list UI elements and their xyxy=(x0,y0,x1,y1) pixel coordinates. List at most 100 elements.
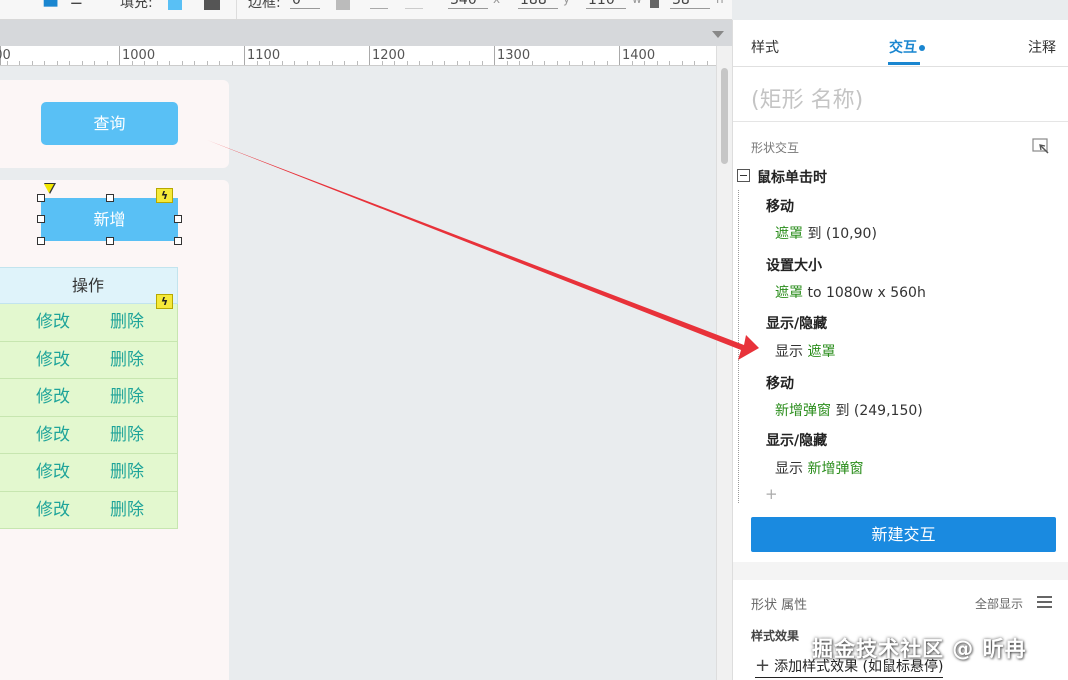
add-action-icon[interactable]: + xyxy=(765,485,778,503)
interaction-lightning-icon[interactable]: ϟ xyxy=(156,188,173,203)
action-detail[interactable]: 遮罩 to 1080w x 560h xyxy=(775,282,926,302)
table-row: 修改 删除 xyxy=(0,304,178,342)
style-effects-label: 样式效果 xyxy=(751,629,800,643)
fill-label: 填充: xyxy=(120,0,153,11)
ruler-minor-tick xyxy=(419,61,420,65)
action-detail[interactable]: 显示 遮罩 xyxy=(775,341,835,361)
align-left-icon[interactable]: ▬ xyxy=(42,0,59,13)
edit-link[interactable]: 修改 xyxy=(36,342,70,378)
align-menu-icon[interactable]: ☰ xyxy=(70,0,83,8)
hamburger-menu-icon[interactable] xyxy=(1037,596,1052,608)
delete-link[interactable]: 删除 xyxy=(110,492,144,528)
ruler-minor-tick xyxy=(694,61,695,65)
section-gap xyxy=(733,562,1068,580)
delete-link[interactable]: 删除 xyxy=(110,342,144,378)
action-detail[interactable]: 新增弹窗 到 (249,150) xyxy=(775,400,923,420)
resize-handle-top[interactable] xyxy=(106,194,114,202)
delete-link[interactable]: 删除 xyxy=(110,454,144,490)
ruler-minor-tick xyxy=(356,61,358,65)
fill-color-swatch[interactable] xyxy=(168,0,182,10)
ruler-minor-tick xyxy=(444,61,445,65)
action-title[interactable]: 设置大小 xyxy=(766,255,822,275)
ruler-minor-tick xyxy=(394,61,395,65)
y-field[interactable]: 188 xyxy=(520,0,547,8)
show-all-link[interactable]: 全部显示 xyxy=(975,595,1023,612)
action-detail[interactable]: 遮罩 到 (10,90) xyxy=(775,223,877,243)
ruler-minor-tick xyxy=(294,61,295,65)
resize-handle-bottom[interactable] xyxy=(106,237,114,245)
ruler-major-tick xyxy=(369,46,370,65)
ruler-minor-tick xyxy=(281,61,283,65)
collapse-event-icon[interactable] xyxy=(737,169,750,182)
lock-ratio-icon[interactable] xyxy=(650,0,659,8)
shape-name-field[interactable]: (矩形 名称) xyxy=(751,82,863,114)
y-field-underline xyxy=(518,8,558,9)
action-params: 到 (10,90) xyxy=(803,226,877,242)
action-detail[interactable]: 显示 新增弹窗 xyxy=(775,458,863,478)
modified-dot-icon xyxy=(919,45,925,51)
w-label: w xyxy=(632,0,642,6)
collapse-panel-icon[interactable] xyxy=(1032,138,1050,154)
action-title[interactable]: 移动 xyxy=(766,196,794,216)
action-target: 遮罩 xyxy=(775,285,803,301)
tab-interaction[interactable]: 交互 xyxy=(889,37,925,57)
edit-link[interactable]: 修改 xyxy=(36,454,70,490)
table-lightning-icon[interactable]: ϟ xyxy=(156,294,173,309)
w-field[interactable]: 110 xyxy=(588,0,615,8)
ruler-major-tick xyxy=(494,46,495,65)
ruler-minor-tick xyxy=(631,61,633,65)
table-row: 修改 删除 xyxy=(0,491,178,529)
query-button[interactable]: 查询 xyxy=(41,102,178,145)
arrow-style-icon[interactable] xyxy=(405,8,423,9)
resize-handle-tl[interactable] xyxy=(37,194,45,202)
ruler-label: 900 xyxy=(0,48,11,63)
border-width-field[interactable]: 0 xyxy=(292,0,301,8)
plus-icon: + xyxy=(755,655,771,676)
action-title[interactable]: 显示/隐藏 xyxy=(766,430,827,450)
canvas-vertical-scrollbar[interactable] xyxy=(716,46,732,680)
delete-link[interactable]: 删除 xyxy=(110,379,144,415)
resize-handle-br[interactable] xyxy=(174,237,182,245)
page-dropdown-icon[interactable] xyxy=(712,31,724,38)
ruler-label: 1100 xyxy=(247,48,281,63)
edit-link[interactable]: 修改 xyxy=(36,417,70,453)
ruler-minor-tick xyxy=(269,61,270,65)
resize-handle-right[interactable] xyxy=(174,215,182,223)
shape-properties-label: 形状 属性 xyxy=(751,598,808,613)
inspector-tabs: 样式 交互 注释 xyxy=(733,20,1068,67)
action-prefix: 显示 xyxy=(775,461,808,477)
x-field[interactable]: 340 xyxy=(450,0,477,8)
delete-link[interactable]: 删除 xyxy=(110,304,144,340)
ruler-minor-tick xyxy=(531,61,533,65)
event-onclick[interactable]: 鼠标单击时 xyxy=(757,167,827,187)
ruler-minor-tick xyxy=(506,61,508,65)
edit-link[interactable]: 修改 xyxy=(36,492,70,528)
ruler-minor-tick xyxy=(594,61,595,65)
action-title[interactable]: 移动 xyxy=(766,373,794,393)
w-field-underline xyxy=(586,8,626,9)
ruler-minor-tick xyxy=(56,61,58,65)
scrollbar-thumb[interactable] xyxy=(721,68,728,164)
action-target: 新增弹窗 xyxy=(807,461,864,477)
tab-notes[interactable]: 注释 xyxy=(1028,37,1056,57)
tab-interaction-label: 交互 xyxy=(889,40,917,56)
edit-link[interactable]: 修改 xyxy=(36,304,70,340)
action-params: to 1080w x 560h xyxy=(803,285,926,301)
tab-style[interactable]: 样式 xyxy=(751,37,779,57)
edit-link[interactable]: 修改 xyxy=(36,379,70,415)
table-row: 修改 删除 xyxy=(0,454,178,492)
table-row: 修改 删除 xyxy=(0,341,178,379)
line-style-icon[interactable] xyxy=(370,8,388,9)
ruler-minor-tick xyxy=(344,61,345,65)
delete-link[interactable]: 删除 xyxy=(110,417,144,453)
shadow-swatch[interactable] xyxy=(204,0,220,10)
resize-handle-bl[interactable] xyxy=(37,237,45,245)
resize-handle-left[interactable] xyxy=(37,215,45,223)
add-button[interactable]: 新增 xyxy=(41,198,178,241)
new-interaction-button[interactable]: 新建交互 xyxy=(751,517,1056,552)
table-row: 修改 删除 xyxy=(0,416,178,454)
border-color-swatch[interactable] xyxy=(336,0,350,10)
h-field[interactable]: 38 xyxy=(672,0,690,8)
ruler-minor-tick xyxy=(381,61,383,65)
action-title[interactable]: 显示/隐藏 xyxy=(766,313,827,333)
